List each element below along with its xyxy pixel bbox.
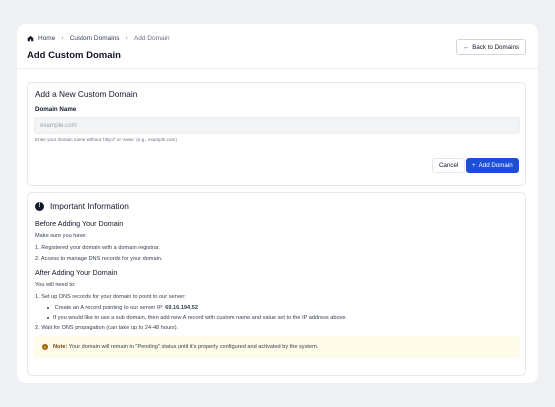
breadcrumb: Home › Custom Domains › Add Domain	[27, 35, 170, 42]
main-card: Home › Custom Domains › Add Domain Add C…	[17, 24, 538, 383]
breadcrumb-custom-domains[interactable]: Custom Domains	[70, 35, 120, 42]
add-domain-label: Add Domain	[478, 162, 513, 169]
add-domain-button[interactable]: + Add Domain	[466, 158, 519, 173]
form-title: Add a New Custom Domain	[35, 89, 138, 99]
after-heading: After Adding Your Domain	[35, 268, 118, 277]
list-item: 1. Set up DNS records for your domain to…	[35, 294, 186, 300]
info-icon: !	[35, 201, 44, 211]
breadcrumb-home[interactable]: Home	[38, 35, 55, 42]
chevron-right-icon: ›	[125, 35, 128, 42]
note-label: Note:	[53, 344, 68, 350]
domain-name-label: Domain Name	[35, 106, 77, 113]
page-header: Home › Custom Domains › Add Domain Add C…	[17, 24, 538, 69]
list-item: 2. Wait for DNS propagation (can take up…	[35, 325, 179, 331]
server-ip: 69.16.194.52	[165, 305, 198, 311]
info-header: ! Important Information	[35, 201, 129, 211]
plus-icon: +	[472, 162, 476, 169]
before-intro: Make sure you have:	[35, 233, 87, 239]
list-item: Create an A record pointing to our serve…	[47, 305, 198, 311]
important-info-panel: ! Important Information Before Adding Yo…	[27, 192, 526, 376]
cancel-button[interactable]: Cancel	[432, 158, 466, 173]
warning-icon: !	[42, 344, 48, 350]
arrow-left-icon: ←	[463, 43, 470, 51]
before-heading: Before Adding Your Domain	[35, 219, 124, 228]
pending-note: ! Note: Your domain will remain in "Pend…	[34, 336, 520, 358]
back-to-domains-button[interactable]: ← Back to Domains	[456, 39, 526, 55]
add-domain-form: Add a New Custom Domain Domain Name Ente…	[27, 82, 526, 186]
after-intro: You will need to:	[35, 282, 76, 288]
list-item: 1. Registered your domain with a domain …	[35, 245, 160, 251]
home-icon	[27, 35, 34, 42]
note-text: Your domain will remain in "Pending" sta…	[68, 344, 319, 350]
chevron-right-icon: ›	[61, 35, 64, 42]
page-title: Add Custom Domain	[27, 50, 121, 61]
domain-name-input[interactable]	[34, 117, 520, 134]
list-item: 2. Access to manage DNS records for your…	[35, 256, 163, 262]
domain-help-text: Enter your domain name without 'http://'…	[35, 137, 177, 142]
list-item: If you would like to use a sub domain, t…	[47, 315, 347, 321]
breadcrumb-current: Add Domain	[133, 35, 170, 42]
back-button-label: Back to Domains	[472, 43, 519, 51]
info-title: Important Information	[50, 201, 129, 211]
a-record-text: Create an A record pointing to our serve…	[54, 305, 164, 311]
note-body: Note: Your domain will remain in "Pendin…	[53, 344, 318, 350]
